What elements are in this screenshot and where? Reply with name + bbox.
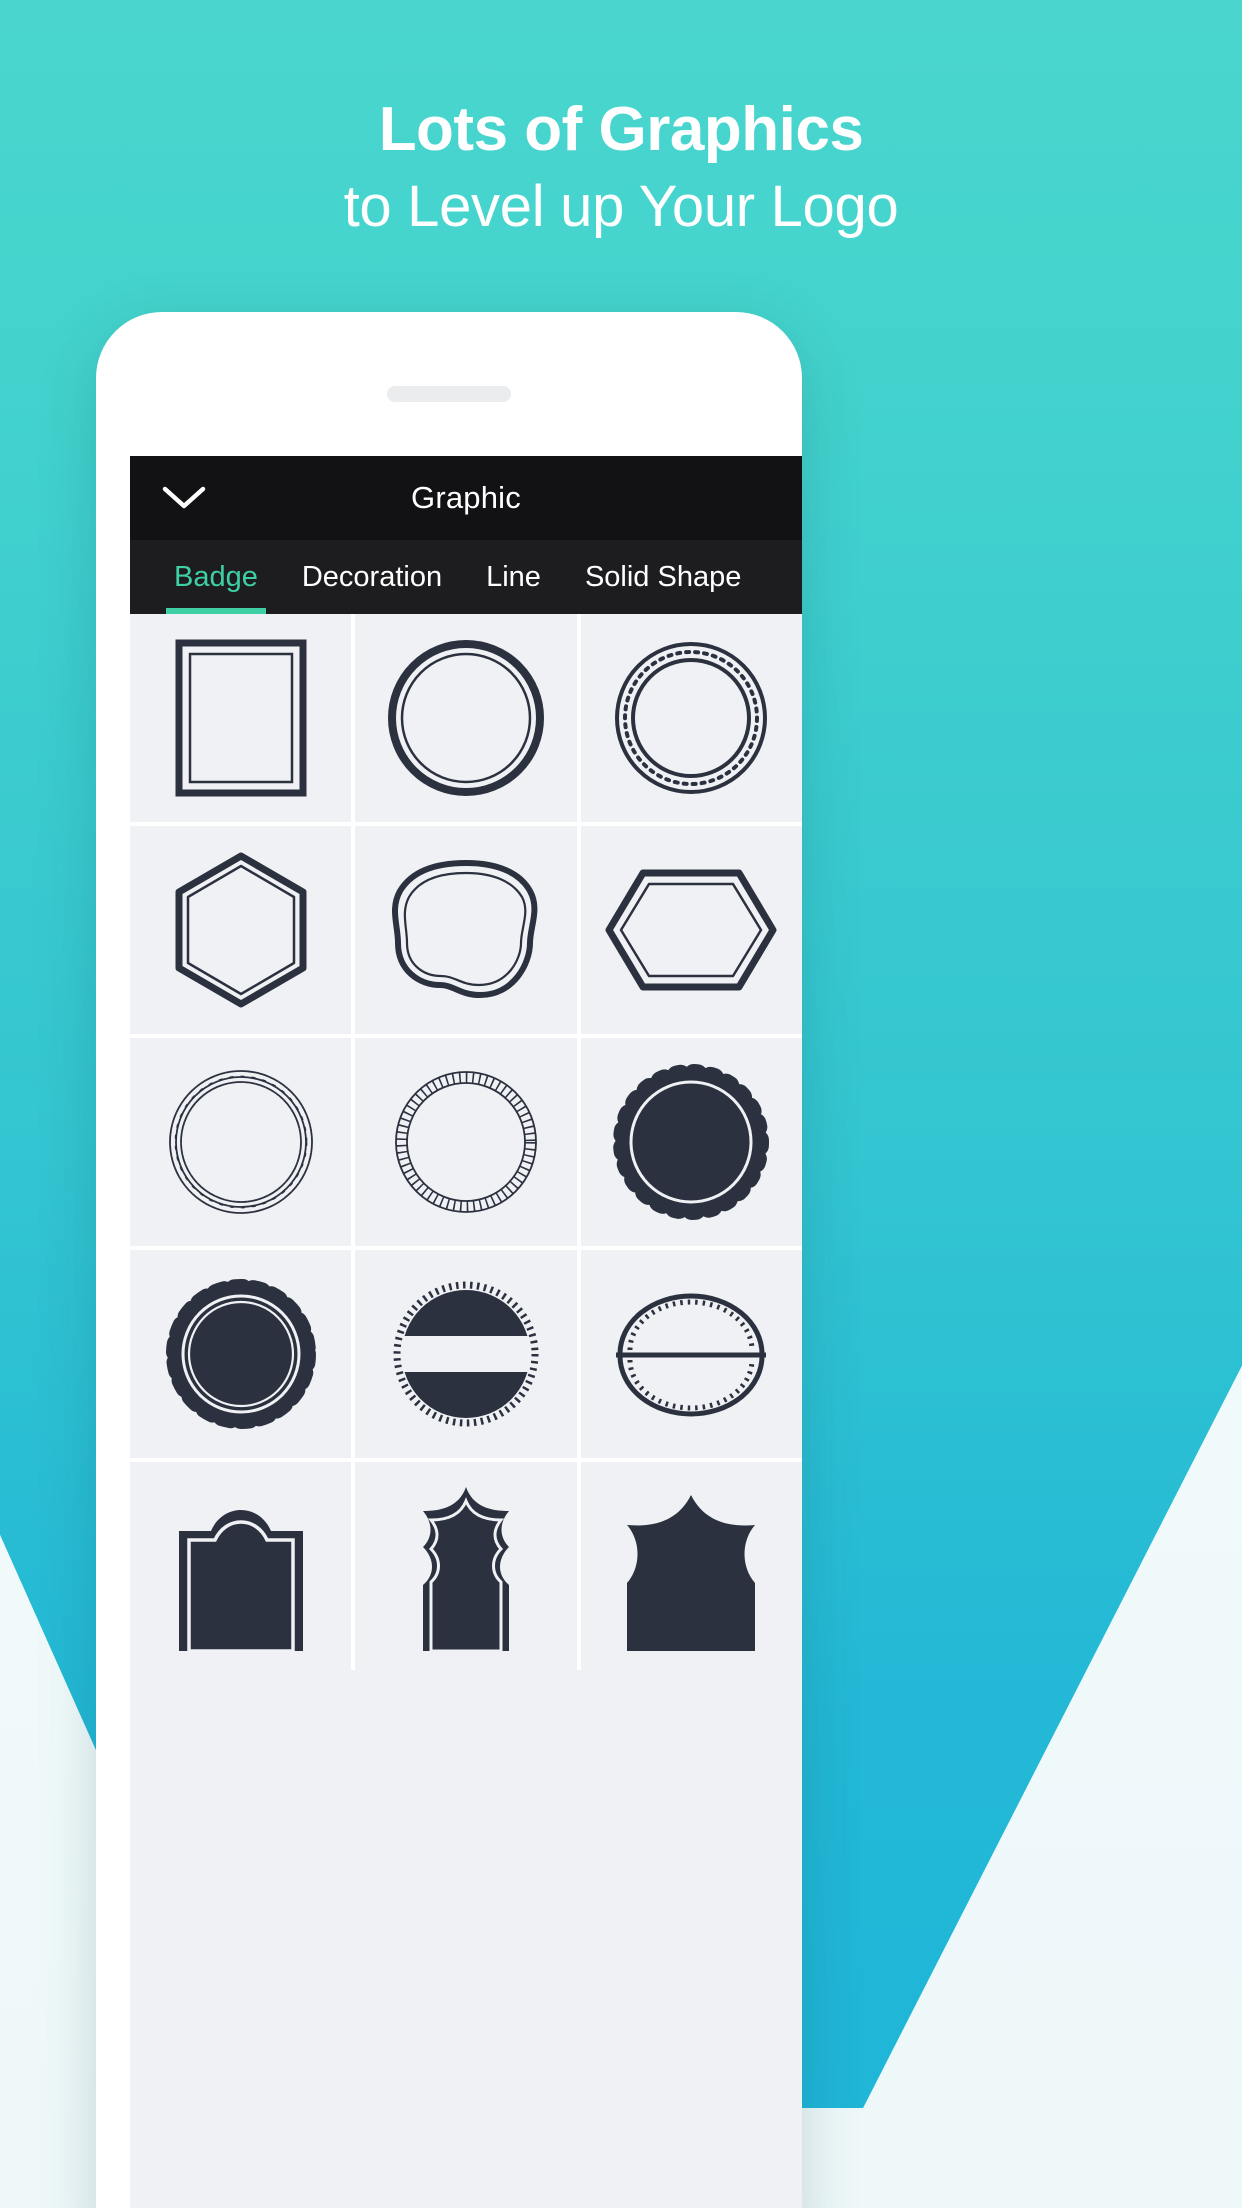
shape-cell-pointed-plaque-solid[interactable] <box>580 1462 802 1670</box>
promo-headline: Lots of Graphics to Level up Your Logo <box>0 95 1242 243</box>
shape-cell-rope-circle-outline[interactable] <box>355 1038 577 1246</box>
tab-decoration[interactable]: Decoration <box>280 540 464 614</box>
tab-solid-shape-label: Solid Shape <box>584 560 742 593</box>
tab-line[interactable]: Line <box>464 540 563 614</box>
shape-cell-scalloped-badge-solid[interactable] <box>130 1250 352 1458</box>
phone-mockup: Graphic Badge Decoration Line Solid Shap… <box>96 312 802 2208</box>
headline-line-2: to Level up Your Logo <box>343 174 899 240</box>
app-header-title: Graphic <box>411 480 521 515</box>
shape-cell-arched-plaque-solid[interactable] <box>130 1462 352 1670</box>
chevron-down-icon[interactable] <box>144 456 224 540</box>
shape-cell-split-dotted-circle[interactable] <box>580 1250 802 1458</box>
tab-badge-label: Badge <box>174 560 258 593</box>
tab-solid-shape[interactable]: Solid Shape <box>563 540 763 614</box>
shape-cell-dotted-ring-circle[interactable] <box>580 614 802 822</box>
shape-cell-scalloped-circle-solid[interactable] <box>580 1038 802 1246</box>
shape-cell-banner-circle-solid[interactable] <box>355 1250 577 1458</box>
headline-line-1: Lots of Graphics <box>378 95 864 164</box>
shape-cell-rounded-hexagon-outline[interactable] <box>130 826 352 1034</box>
category-tab-bar: Badge Decoration Line Solid Shape <box>130 540 802 614</box>
shape-cell-flat-hexagon-outline[interactable] <box>580 826 802 1034</box>
graphic-shape-grid <box>130 614 802 1670</box>
shape-cell-double-rectangle-frame[interactable] <box>130 614 352 822</box>
app-header: Graphic <box>130 456 802 540</box>
tab-badge[interactable]: Badge <box>152 540 280 614</box>
shape-cell-ornate-plaque-solid[interactable] <box>355 1462 577 1670</box>
promo-screenshot: Lots of Graphics to Level up Your Logo G… <box>0 0 1242 2208</box>
shape-cell-wavy-blob-outline[interactable] <box>355 826 577 1034</box>
shape-cell-double-circle-outline[interactable] <box>355 614 577 822</box>
tab-line-label: Line <box>486 560 541 593</box>
phone-speaker-slot <box>387 386 511 402</box>
shape-cell-braided-circle-outline[interactable] <box>130 1038 352 1246</box>
app-screen: Graphic Badge Decoration Line Solid Shap… <box>130 456 802 2208</box>
tab-decoration-label: Decoration <box>301 560 443 593</box>
